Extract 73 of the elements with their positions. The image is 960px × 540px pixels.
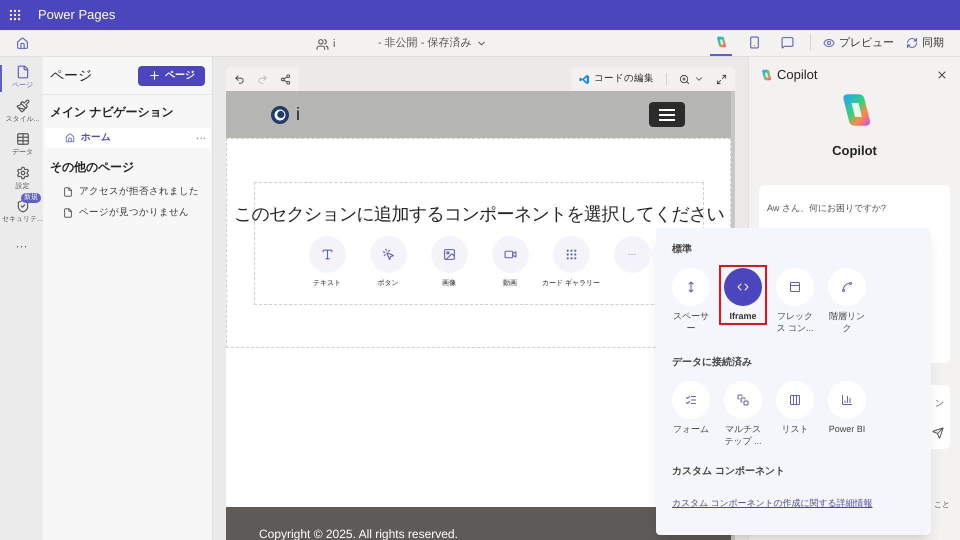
section-heading: データに接続済み — [672, 355, 753, 370]
site-status-dropdown[interactable]: - 非公開 - 保存済み — [378, 35, 486, 52]
users-icon — [316, 38, 329, 51]
link-icon[interactable] — [280, 74, 291, 84]
copilot-icon — [714, 35, 728, 49]
button-icon — [382, 248, 394, 261]
menu-icon — [659, 108, 675, 120]
text-icon — [320, 248, 334, 261]
component-option[interactable]: フレックス コン... — [771, 265, 819, 337]
partial-text: こと — [934, 499, 950, 511]
powerbi-icon — [841, 394, 853, 406]
send-icon[interactable] — [932, 426, 944, 438]
app-launcher-icon[interactable] — [8, 8, 22, 22]
image-icon — [442, 248, 456, 261]
section-heading: カスタム コンポーネント — [672, 465, 786, 479]
nav-item[interactable]: ホーム ··· — [45, 128, 210, 148]
video-icon — [504, 248, 516, 261]
greeting-text: Aw さん、何にお困りですか? — [767, 203, 886, 213]
gallery-icon — [564, 248, 578, 261]
section-heading: メイン ナビゲーション — [49, 104, 174, 121]
page-item[interactable]: アクセスが拒否されました — [63, 185, 212, 200]
section-heading: 標準 — [672, 242, 693, 257]
close-icon[interactable] — [936, 68, 948, 81]
learn-more-link[interactable]: カスタム コンポーネントの作成に関する詳細情報 — [672, 497, 931, 510]
page-item[interactable]: ページが見つかりません — [63, 206, 212, 220]
component-option[interactable]: スペーサー — [667, 265, 715, 337]
page-icon — [63, 208, 73, 218]
component-option[interactable]: 階層リンク — [823, 265, 871, 337]
form-icon — [685, 394, 697, 406]
sync-button[interactable]: 同期 — [906, 34, 944, 52]
styling-icon — [16, 98, 30, 112]
expand-icon[interactable] — [716, 74, 727, 84]
mobile-icon — [748, 36, 761, 48]
app-title: Power Pages — [38, 6, 116, 24]
data-icon — [16, 132, 30, 146]
site-name: i — [296, 103, 300, 126]
add-page-button[interactable]: ページ — [138, 66, 205, 86]
preview-icon — [823, 37, 835, 49]
plus-icon — [148, 69, 161, 82]
code-editor-icon — [579, 74, 590, 84]
setup-icon — [16, 166, 30, 180]
more-button[interactable]: ··· — [16, 236, 28, 254]
edit-code-button[interactable]: コードの編集 — [579, 72, 654, 86]
list-icon — [789, 394, 801, 406]
panel-title: Copilot — [777, 66, 818, 84]
home-icon — [65, 133, 75, 143]
site-logo-icon — [270, 104, 290, 124]
component-option[interactable]: ··· — [602, 236, 662, 290]
sync-icon — [906, 37, 918, 49]
menu-button[interactable] — [649, 102, 685, 127]
multistep-icon — [737, 394, 749, 406]
comment-icon — [781, 36, 794, 48]
partial-text: ン — [935, 397, 944, 410]
page-icon — [63, 187, 73, 198]
pages-icon — [16, 65, 30, 79]
component-option[interactable]: マルチステップ ... — [719, 378, 767, 450]
undo-icon[interactable] — [234, 74, 245, 84]
section-prompt: このセクションに追加するコンポーネントを選択してください — [234, 203, 724, 226]
security-icon — [16, 199, 30, 213]
iframe-icon — [737, 281, 749, 293]
site-name: i — [333, 37, 336, 52]
zoom-icon — [679, 74, 690, 84]
breadcrumb-icon — [841, 281, 853, 293]
zoom-dropdown[interactable] — [679, 74, 704, 84]
component-option[interactable]: Iframe — [719, 265, 767, 325]
more-button[interactable]: ··· — [196, 130, 206, 146]
copilot-icon — [759, 68, 773, 82]
copilot-heading: Copilot — [832, 142, 877, 160]
preview-button[interactable]: プレビュー — [823, 34, 894, 52]
flex-icon — [789, 281, 801, 293]
panel-title: ページ — [50, 66, 92, 85]
section-heading: その他のページ — [49, 159, 135, 176]
home-icon[interactable] — [16, 36, 29, 50]
